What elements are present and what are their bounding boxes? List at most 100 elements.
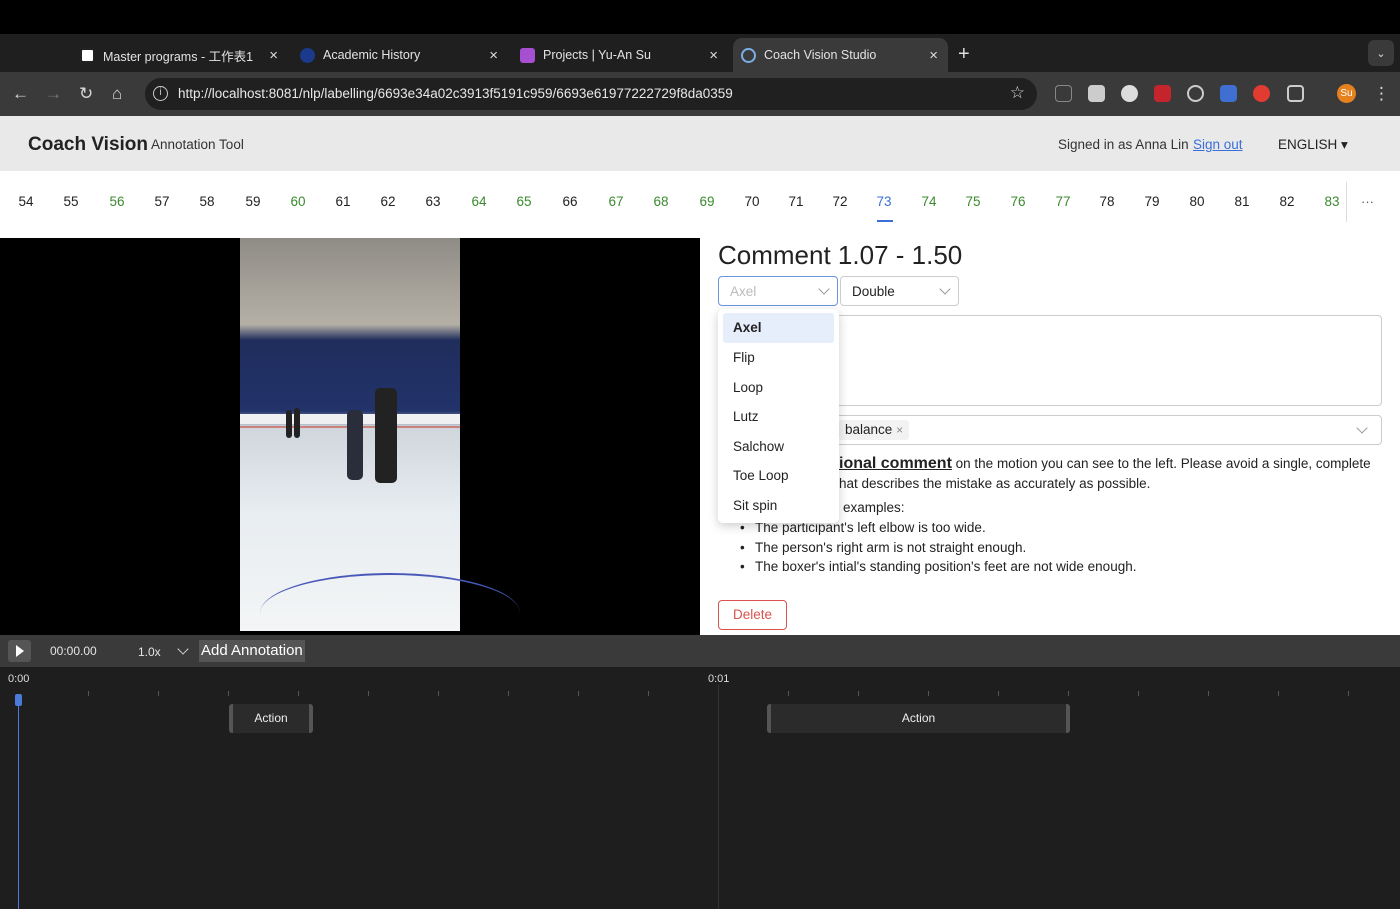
frame-item-59[interactable]: 59 [238, 194, 268, 209]
frame-item-72[interactable]: 72 [825, 194, 855, 209]
bookmark-star-icon[interactable]: ☆ [1010, 83, 1025, 103]
list-item: The person's right arm is not straight e… [740, 538, 1136, 558]
frame-item-69[interactable]: 69 [692, 194, 722, 209]
extension-icon[interactable] [1055, 85, 1072, 102]
frame-item-58[interactable]: 58 [192, 194, 222, 209]
tag-chip[interactable]: balance × [839, 420, 910, 440]
sign-out-link[interactable]: Sign out [1193, 137, 1243, 152]
add-annotation-button[interactable]: Add Annotation [199, 640, 305, 662]
play-button[interactable] [8, 640, 31, 662]
annotation-block[interactable]: Action [229, 704, 313, 733]
browser-tab-strip: Master programs - 工作表1 × Academic Histor… [0, 34, 1400, 95]
frame-item-61[interactable]: 61 [328, 194, 358, 209]
close-icon[interactable]: × [269, 47, 278, 64]
comment-title: Comment 1.07 - 1.50 [718, 240, 963, 270]
frame-item-65[interactable]: 65 [509, 194, 539, 209]
timeline-tick [88, 691, 89, 696]
more-frames-button[interactable]: ··· [1361, 194, 1374, 209]
omnibox[interactable]: i http://localhost:8081/nlp/labelling/66… [145, 78, 1037, 110]
puzzle-extensions-icon[interactable] [1287, 85, 1304, 102]
tab-title: Coach Vision Studio [764, 48, 877, 62]
examples-list: The participant's left elbow is too wide… [740, 518, 1136, 577]
close-icon[interactable]: × [929, 47, 938, 64]
tab-coach-vision-studio[interactable]: Coach Vision Studio × [733, 38, 948, 72]
playback-speed[interactable]: 1.0x [138, 645, 161, 659]
frame-item-74[interactable]: 74 [914, 194, 944, 209]
timeline-tick [298, 691, 299, 696]
tab-title: Projects | Yu-An Su [543, 48, 651, 62]
frame-item-81[interactable]: 81 [1227, 194, 1257, 209]
new-tab-button[interactable]: + [958, 43, 970, 66]
reload-icon[interactable]: ↻ [79, 84, 93, 104]
frame-item-73[interactable]: 73 [869, 194, 899, 209]
close-icon[interactable]: × [489, 47, 498, 64]
frame-item-55[interactable]: 55 [56, 194, 86, 209]
info-icon[interactable]: i [153, 86, 168, 101]
extension-icon[interactable] [1121, 85, 1138, 102]
language-select[interactable]: ENGLISH ▾ [1278, 137, 1348, 153]
target-extension-icon[interactable] [1187, 85, 1204, 102]
annotation-block[interactable]: Action [767, 704, 1070, 733]
frame-item-56[interactable]: 56 [102, 194, 132, 209]
tab-academic-history[interactable]: Academic History × [300, 38, 498, 72]
frame-item-62[interactable]: 62 [373, 194, 403, 209]
frame-divider [1346, 182, 1347, 222]
frame-item-63[interactable]: 63 [418, 194, 448, 209]
kebab-menu-icon[interactable]: ⋮ [1373, 84, 1390, 104]
frame-item-80[interactable]: 80 [1182, 194, 1212, 209]
delete-button[interactable]: Delete [718, 600, 787, 630]
dropdown-option-sit-spin[interactable]: Sit spin [723, 491, 834, 521]
dropdown-option-lutz[interactable]: Lutz [723, 402, 834, 432]
tag-remove-icon[interactable]: × [896, 423, 903, 437]
frame-item-78[interactable]: 78 [1092, 194, 1122, 209]
extension-icon[interactable] [1220, 85, 1237, 102]
profile-avatar[interactable]: Su [1337, 84, 1356, 103]
frame-item-57[interactable]: 57 [147, 194, 177, 209]
playhead-handle[interactable] [15, 694, 22, 706]
frame-item-82[interactable]: 82 [1272, 194, 1302, 209]
jump-type-dropdown: Axel Flip Loop Lutz Salchow Toe Loop Sit… [718, 309, 839, 523]
instruction-text-line2: hat describes the mistake as accurately … [839, 476, 1151, 491]
frame-item-77[interactable]: 77 [1048, 194, 1078, 209]
tab-search-button[interactable]: ⌄ [1368, 40, 1394, 66]
forward-arrow-icon[interactable]: → [45, 84, 62, 104]
tab-master-programs[interactable]: Master programs - 工作表1 × [80, 38, 278, 72]
frame-item-79[interactable]: 79 [1137, 194, 1167, 209]
extension-icon[interactable] [1253, 85, 1270, 102]
timeline-tick [1068, 691, 1069, 696]
frame-item-64[interactable]: 64 [464, 194, 494, 209]
app-brand[interactable]: Coach Vision [28, 134, 148, 156]
frame-item-54[interactable]: 54 [11, 194, 41, 209]
frame-item-70[interactable]: 70 [737, 194, 767, 209]
rotation-value: Double [852, 284, 895, 299]
dropdown-option-flip[interactable]: Flip [723, 343, 834, 373]
extension-icon[interactable] [1154, 85, 1171, 102]
close-icon[interactable]: × [709, 47, 718, 64]
url-text[interactable]: http://localhost:8081/nlp/labelling/6693… [178, 86, 733, 101]
frame-item-76[interactable]: 76 [1003, 194, 1033, 209]
home-icon[interactable]: ⌂ [112, 84, 122, 104]
annotation-timeline[interactable] [0, 667, 1400, 909]
dropdown-option-loop[interactable]: Loop [723, 373, 834, 403]
frame-item-66[interactable]: 66 [555, 194, 585, 209]
frame-item-75[interactable]: 75 [958, 194, 988, 209]
tab-projects[interactable]: Projects | Yu-An Su × [520, 38, 718, 72]
rotation-select[interactable]: Double [840, 276, 959, 306]
timeline-tick [228, 691, 229, 696]
timeline-tick [438, 691, 439, 696]
timeline-tick [1348, 691, 1349, 696]
video-player[interactable] [0, 238, 700, 631]
frame-item-71[interactable]: 71 [781, 194, 811, 209]
tab-title: Master programs - 工作表1 [103, 49, 254, 64]
back-arrow-icon[interactable]: ← [12, 84, 29, 104]
playhead-line [18, 700, 19, 909]
frame-item-68[interactable]: 68 [646, 194, 676, 209]
frame-item-83[interactable]: 83 [1317, 194, 1347, 209]
jump-type-select[interactable]: Axel [718, 276, 838, 306]
frame-item-60[interactable]: 60 [283, 194, 313, 209]
vue-extension-icon[interactable] [1088, 85, 1105, 102]
dropdown-option-axel[interactable]: Axel [723, 313, 834, 343]
dropdown-option-salchow[interactable]: Salchow [723, 432, 834, 462]
frame-item-67[interactable]: 67 [601, 194, 631, 209]
dropdown-option-toe-loop[interactable]: Toe Loop [723, 461, 834, 491]
